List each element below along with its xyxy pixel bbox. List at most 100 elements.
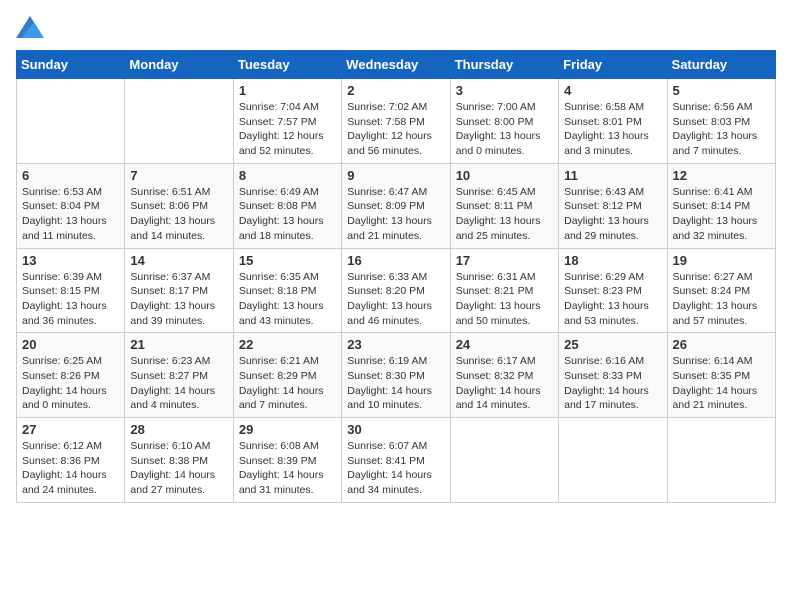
day-number: 26 <box>673 337 770 352</box>
day-info: Sunrise: 6:39 AM Sunset: 8:15 PM Dayligh… <box>22 270 119 329</box>
day-cell: 12 Sunrise: 6:41 AM Sunset: 8:14 PM Dayli… <box>667 163 775 248</box>
week-row-3: 13 Sunrise: 6:39 AM Sunset: 8:15 PM Dayli… <box>17 248 776 333</box>
day-info: Sunrise: 6:29 AM Sunset: 8:23 PM Dayligh… <box>564 270 661 329</box>
day-info: Sunrise: 6:49 AM Sunset: 8:08 PM Dayligh… <box>239 185 336 244</box>
day-number: 12 <box>673 168 770 183</box>
day-info: Sunrise: 6:14 AM Sunset: 8:35 PM Dayligh… <box>673 354 770 413</box>
day-number: 7 <box>130 168 227 183</box>
day-cell: 3 Sunrise: 7:00 AM Sunset: 8:00 PM Daylig… <box>450 79 558 164</box>
day-info: Sunrise: 6:25 AM Sunset: 8:26 PM Dayligh… <box>22 354 119 413</box>
day-info: Sunrise: 6:43 AM Sunset: 8:12 PM Dayligh… <box>564 185 661 244</box>
day-number: 24 <box>456 337 553 352</box>
day-number: 18 <box>564 253 661 268</box>
day-number: 5 <box>673 83 770 98</box>
day-cell: 28Sunrise: 6:10 AM Sunset: 8:38 PM Dayli… <box>125 418 233 503</box>
day-number: 8 <box>239 168 336 183</box>
day-info: Sunrise: 7:04 AM Sunset: 7:57 PM Dayligh… <box>239 100 336 159</box>
day-number: 4 <box>564 83 661 98</box>
day-number: 3 <box>456 83 553 98</box>
day-cell: 2 Sunrise: 7:02 AM Sunset: 7:58 PM Daylig… <box>342 79 450 164</box>
day-cell: 19 Sunrise: 6:27 AM Sunset: 8:24 PM Dayli… <box>667 248 775 333</box>
day-info: Sunrise: 6:35 AM Sunset: 8:18 PM Dayligh… <box>239 270 336 329</box>
day-cell <box>450 418 558 503</box>
day-cell: 7Sunrise: 6:51 AM Sunset: 8:06 PM Daylig… <box>125 163 233 248</box>
day-number: 20 <box>22 337 119 352</box>
weekday-header-tuesday: Tuesday <box>233 51 341 79</box>
day-info: Sunrise: 6:58 AM Sunset: 8:01 PM Dayligh… <box>564 100 661 159</box>
logo-icon <box>16 16 44 38</box>
day-info: Sunrise: 6:19 AM Sunset: 8:30 PM Dayligh… <box>347 354 444 413</box>
day-info: Sunrise: 6:53 AM Sunset: 8:04 PM Dayligh… <box>22 185 119 244</box>
day-number: 2 <box>347 83 444 98</box>
day-cell: 24 Sunrise: 6:17 AM Sunset: 8:32 PM Dayli… <box>450 333 558 418</box>
day-info: Sunrise: 6:17 AM Sunset: 8:32 PM Dayligh… <box>456 354 553 413</box>
day-cell: 10 Sunrise: 6:45 AM Sunset: 8:11 PM Dayli… <box>450 163 558 248</box>
day-number: 6 <box>22 168 119 183</box>
day-cell <box>559 418 667 503</box>
day-info: Sunrise: 6:21 AM Sunset: 8:29 PM Dayligh… <box>239 354 336 413</box>
weekday-header-thursday: Thursday <box>450 51 558 79</box>
day-number: 23 <box>347 337 444 352</box>
day-cell: 27Sunrise: 6:12 AM Sunset: 8:36 PM Dayli… <box>17 418 125 503</box>
day-number: 25 <box>564 337 661 352</box>
week-row-1: 1 Sunrise: 7:04 AM Sunset: 7:57 PM Daylig… <box>17 79 776 164</box>
day-info: Sunrise: 6:31 AM Sunset: 8:21 PM Dayligh… <box>456 270 553 329</box>
day-cell: 11 Sunrise: 6:43 AM Sunset: 8:12 PM Dayli… <box>559 163 667 248</box>
day-cell <box>667 418 775 503</box>
day-number: 16 <box>347 253 444 268</box>
week-row-4: 20 Sunrise: 6:25 AM Sunset: 8:26 PM Dayli… <box>17 333 776 418</box>
day-cell: 23 Sunrise: 6:19 AM Sunset: 8:30 PM Dayli… <box>342 333 450 418</box>
day-number: 14 <box>130 253 227 268</box>
day-number: 1 <box>239 83 336 98</box>
weekday-header-wednesday: Wednesday <box>342 51 450 79</box>
day-info: Sunrise: 6:47 AM Sunset: 8:09 PM Dayligh… <box>347 185 444 244</box>
day-info: Sunrise: 7:00 AM Sunset: 8:00 PM Dayligh… <box>456 100 553 159</box>
weekday-header-row: SundayMondayTuesdayWednesdayThursdayFrid… <box>17 51 776 79</box>
day-info: Sunrise: 6:07 AM Sunset: 8:41 PM Dayligh… <box>347 439 444 498</box>
day-info: Sunrise: 6:56 AM Sunset: 8:03 PM Dayligh… <box>673 100 770 159</box>
day-cell: 15 Sunrise: 6:35 AM Sunset: 8:18 PM Dayli… <box>233 248 341 333</box>
day-cell: 17 Sunrise: 6:31 AM Sunset: 8:21 PM Dayli… <box>450 248 558 333</box>
day-cell: 9 Sunrise: 6:47 AM Sunset: 8:09 PM Daylig… <box>342 163 450 248</box>
day-cell: 6 Sunrise: 6:53 AM Sunset: 8:04 PM Daylig… <box>17 163 125 248</box>
day-cell: 5 Sunrise: 6:56 AM Sunset: 8:03 PM Daylig… <box>667 79 775 164</box>
day-cell: 26 Sunrise: 6:14 AM Sunset: 8:35 PM Dayli… <box>667 333 775 418</box>
day-number: 17 <box>456 253 553 268</box>
day-info: Sunrise: 6:33 AM Sunset: 8:20 PM Dayligh… <box>347 270 444 329</box>
day-info: Sunrise: 6:37 AM Sunset: 8:17 PM Dayligh… <box>130 270 227 329</box>
day-cell: 16 Sunrise: 6:33 AM Sunset: 8:20 PM Dayli… <box>342 248 450 333</box>
day-number: 13 <box>22 253 119 268</box>
day-number: 30 <box>347 422 444 437</box>
day-number: 19 <box>673 253 770 268</box>
day-info: Sunrise: 6:41 AM Sunset: 8:14 PM Dayligh… <box>673 185 770 244</box>
weekday-header-saturday: Saturday <box>667 51 775 79</box>
day-number: 15 <box>239 253 336 268</box>
day-info: Sunrise: 6:45 AM Sunset: 8:11 PM Dayligh… <box>456 185 553 244</box>
day-number: 29 <box>239 422 336 437</box>
day-cell: 25 Sunrise: 6:16 AM Sunset: 8:33 PM Dayli… <box>559 333 667 418</box>
day-cell: 22 Sunrise: 6:21 AM Sunset: 8:29 PM Dayli… <box>233 333 341 418</box>
day-number: 9 <box>347 168 444 183</box>
day-info: Sunrise: 6:10 AM Sunset: 8:38 PM Dayligh… <box>130 439 227 498</box>
day-cell: 13 Sunrise: 6:39 AM Sunset: 8:15 PM Dayli… <box>17 248 125 333</box>
day-info: Sunrise: 6:27 AM Sunset: 8:24 PM Dayligh… <box>673 270 770 329</box>
day-cell <box>17 79 125 164</box>
weekday-header-sunday: Sunday <box>17 51 125 79</box>
day-cell: 18 Sunrise: 6:29 AM Sunset: 8:23 PM Dayli… <box>559 248 667 333</box>
day-number: 11 <box>564 168 661 183</box>
week-row-2: 6 Sunrise: 6:53 AM Sunset: 8:04 PM Daylig… <box>17 163 776 248</box>
day-info: Sunrise: 6:23 AM Sunset: 8:27 PM Dayligh… <box>130 354 227 413</box>
day-number: 27 <box>22 422 119 437</box>
day-cell: 4 Sunrise: 6:58 AM Sunset: 8:01 PM Daylig… <box>559 79 667 164</box>
day-cell: 14 Sunrise: 6:37 AM Sunset: 8:17 PM Dayli… <box>125 248 233 333</box>
weekday-header-friday: Friday <box>559 51 667 79</box>
day-number: 10 <box>456 168 553 183</box>
day-info: Sunrise: 6:16 AM Sunset: 8:33 PM Dayligh… <box>564 354 661 413</box>
day-cell <box>125 79 233 164</box>
page-header <box>16 16 776 38</box>
day-info: Sunrise: 7:02 AM Sunset: 7:58 PM Dayligh… <box>347 100 444 159</box>
day-number: 22 <box>239 337 336 352</box>
day-number: 21 <box>130 337 227 352</box>
week-row-5: 27Sunrise: 6:12 AM Sunset: 8:36 PM Dayli… <box>17 418 776 503</box>
logo <box>16 16 48 38</box>
